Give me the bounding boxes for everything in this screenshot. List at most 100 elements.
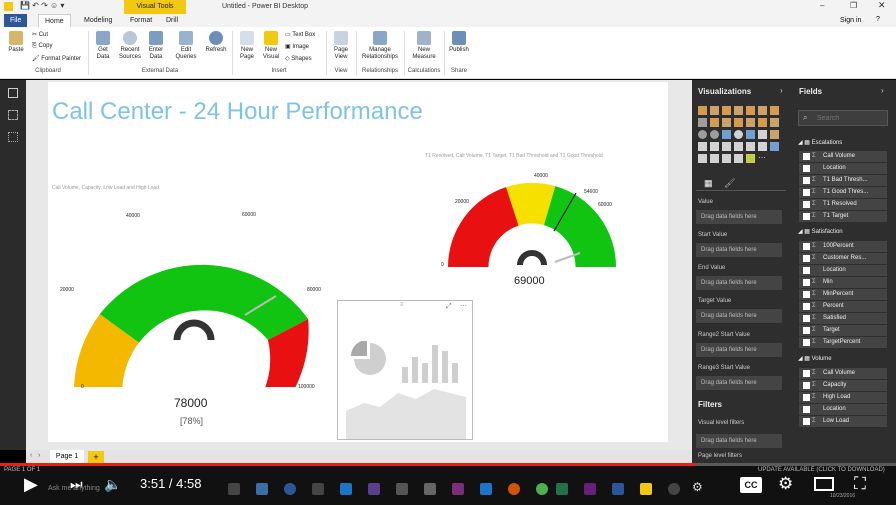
- field-t1-good-threshold[interactable]: Σ T1 Good Thres...: [799, 187, 887, 198]
- new-measure-button[interactable]: New Measure: [408, 31, 440, 61]
- line-column-icon[interactable]: [722, 118, 731, 127]
- format-painter-button[interactable]: 🖌 Format Painter: [32, 55, 81, 62]
- field-location[interactable]: Location: [799, 265, 887, 276]
- manage-relationships-button[interactable]: Manage Relationships: [360, 31, 400, 61]
- visual-filters-drop[interactable]: Drag data fields here: [696, 434, 782, 448]
- field-min[interactable]: Σ Min: [799, 277, 887, 288]
- field-t1-bad-threshold[interactable]: Σ T1 Bad Thresh...: [799, 175, 887, 186]
- onenote-icon[interactable]: [452, 483, 464, 495]
- r-visual-icon[interactable]: [770, 142, 779, 151]
- next-page-icon[interactable]: ›: [38, 452, 40, 459]
- volume-icon[interactable]: 🔈: [104, 476, 121, 493]
- app-icon[interactable]: [312, 483, 324, 495]
- selected-gauge-icon[interactable]: [746, 154, 755, 163]
- field-high-load[interactable]: Σ High Load: [799, 392, 887, 403]
- prev-page-icon[interactable]: ‹: [30, 452, 32, 459]
- app-icon[interactable]: [668, 483, 680, 495]
- fields-search-input[interactable]: [798, 110, 888, 126]
- drag-handle-icon[interactable]: ≡: [400, 302, 404, 308]
- well-end-drop[interactable]: Drag data fields here: [696, 276, 782, 290]
- minimize-icon[interactable]: –: [820, 1, 824, 10]
- tab-format[interactable]: Format: [124, 14, 158, 27]
- refresh-button[interactable]: Refresh: [204, 31, 228, 54]
- r-script-icon[interactable]: [734, 154, 743, 163]
- checkbox[interactable]: [803, 418, 810, 425]
- fullscreen-icon[interactable]: ⛶: [854, 474, 866, 494]
- scatter-icon[interactable]: [770, 118, 779, 127]
- focus-mode-icon[interactable]: ⤢: [446, 303, 452, 311]
- add-page-button[interactable]: +: [88, 451, 104, 463]
- field-location[interactable]: Location: [799, 163, 887, 174]
- checkbox[interactable]: [803, 315, 810, 322]
- map-icon[interactable]: [734, 130, 743, 139]
- field-customer-response[interactable]: Σ Customer Res...: [799, 253, 887, 264]
- treemap-icon[interactable]: [722, 130, 731, 139]
- collapse-pane-icon[interactable]: ›: [780, 86, 783, 95]
- well-start-drop[interactable]: Drag data fields here: [696, 243, 782, 257]
- quick-access-icons[interactable]: 💾 ↶ ↷ ☺ ▾: [20, 1, 64, 10]
- new-visual-button[interactable]: New Visual: [260, 31, 282, 61]
- checkbox[interactable]: [803, 177, 810, 184]
- card-icon[interactable]: [698, 142, 707, 151]
- checkbox[interactable]: [803, 243, 810, 250]
- ribbon-chart-icon[interactable]: [758, 118, 767, 127]
- image-button[interactable]: ▣ Image: [285, 43, 309, 50]
- stacked-area-icon[interactable]: [710, 118, 719, 127]
- field-minpercent[interactable]: Σ MinPercent: [799, 289, 887, 300]
- filled-map-icon[interactable]: [746, 130, 755, 139]
- powerbi-taskbar-icon[interactable]: [640, 483, 652, 495]
- tab-modeling[interactable]: Modeling: [78, 14, 118, 27]
- clustered-bar-icon[interactable]: [722, 106, 731, 115]
- visual-studio-icon[interactable]: [584, 483, 596, 495]
- field-t1-resolved[interactable]: Σ T1 Resolved: [799, 199, 887, 210]
- more-visuals-icon[interactable]: ⋯: [758, 154, 767, 163]
- format-paint-icon[interactable]: 🖌: [724, 178, 735, 189]
- play-icon[interactable]: ▶: [24, 474, 38, 495]
- well-range2-drop[interactable]: Drag data fields here: [696, 343, 782, 357]
- task-view-icon[interactable]: [228, 483, 240, 495]
- recent-sources-button[interactable]: Recent Sources: [116, 31, 144, 61]
- update-notice[interactable]: UPDATE AVAILABLE (CLICK TO DOWNLOAD): [758, 467, 885, 473]
- page-view-button[interactable]: Page View: [330, 31, 352, 61]
- tab-file[interactable]: File: [4, 14, 28, 27]
- field-targetpercent[interactable]: Σ TargetPercent: [799, 337, 887, 348]
- publish-button[interactable]: Publish: [448, 31, 470, 54]
- field-capacity[interactable]: Σ Capacity: [799, 380, 887, 391]
- paste-button[interactable]: Paste: [6, 31, 26, 54]
- checkbox[interactable]: [803, 303, 810, 310]
- enter-data-button[interactable]: Enter Data: [146, 31, 166, 61]
- clustered-column-icon[interactable]: [734, 106, 743, 115]
- tab-page-1[interactable]: Page 1: [50, 450, 84, 464]
- checkbox[interactable]: [803, 406, 810, 413]
- edit-queries-button[interactable]: Edit Queries: [172, 31, 200, 61]
- well-target-drop[interactable]: Drag data fields here: [696, 309, 782, 323]
- field-low-load[interactable]: Σ Low Load: [799, 416, 887, 427]
- theater-mode-icon[interactable]: [814, 477, 834, 491]
- table-visual-icon[interactable]: [746, 142, 755, 151]
- funnel-icon[interactable]: [758, 130, 767, 139]
- field-satisfied[interactable]: Σ Satisfied: [799, 313, 887, 324]
- checkbox[interactable]: [803, 327, 810, 334]
- edge-icon[interactable]: [340, 483, 352, 495]
- checkbox[interactable]: [803, 339, 810, 346]
- checkbox[interactable]: [803, 255, 810, 262]
- relationships-view-icon[interactable]: [8, 132, 18, 142]
- matrix-icon[interactable]: [758, 142, 767, 151]
- tab-home[interactable]: Home: [38, 14, 71, 27]
- globe-icon[interactable]: [698, 154, 707, 163]
- custom-visual-icon[interactable]: [722, 154, 731, 163]
- gauge-icon[interactable]: [770, 130, 779, 139]
- table-satisfaction[interactable]: ◢ ▦ Satisfaction: [798, 228, 843, 235]
- help-icon[interactable]: ?: [876, 16, 880, 23]
- outlook-icon[interactable]: [256, 483, 268, 495]
- collapse-fields-icon[interactable]: ›: [881, 86, 884, 95]
- excel-icon[interactable]: [556, 483, 568, 495]
- checkbox[interactable]: [803, 267, 810, 274]
- cut-button[interactable]: ✂ Cut: [32, 31, 48, 38]
- gauge1-chart[interactable]: [60, 200, 330, 400]
- checkbox[interactable]: [803, 165, 810, 172]
- more-options-icon[interactable]: ⋯: [460, 302, 467, 310]
- settings-gear-icon[interactable]: ⚙: [692, 480, 703, 494]
- checkbox[interactable]: [803, 370, 810, 377]
- checkbox[interactable]: [803, 201, 810, 208]
